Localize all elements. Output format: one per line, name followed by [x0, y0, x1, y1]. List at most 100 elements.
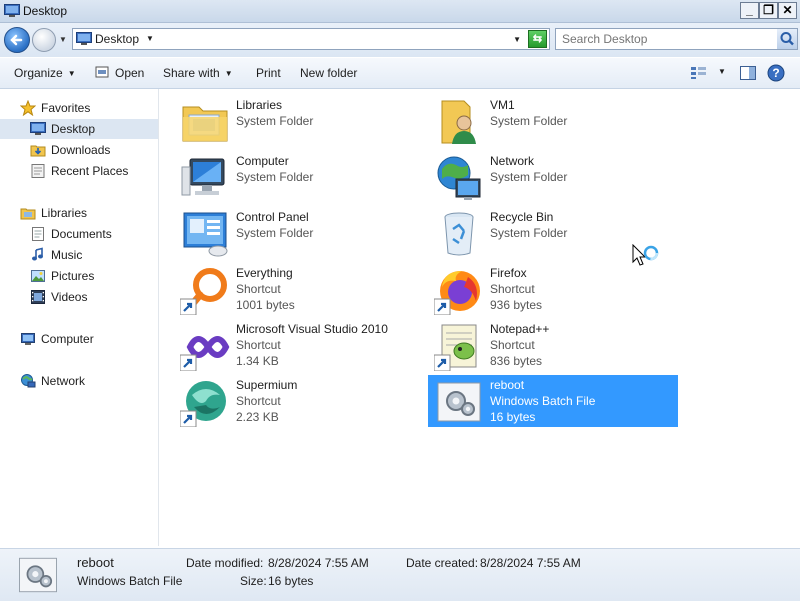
- item-network[interactable]: Network System Folder: [428, 151, 678, 203]
- back-button[interactable]: [4, 27, 30, 53]
- nav-item-documents[interactable]: Documents: [30, 224, 150, 244]
- videos-icon: [30, 289, 46, 305]
- file-list: Libraries System Folder VM1 System Folde…: [160, 89, 800, 546]
- nav-network[interactable]: Network: [20, 371, 150, 391]
- item-everything[interactable]: Everything Shortcut 1001 bytes: [174, 263, 424, 316]
- nav-item-pictures[interactable]: Pictures: [30, 266, 150, 286]
- address-bar[interactable]: Desktop ▼ ▼ ⇆: [72, 28, 550, 50]
- item-size: 1001 bytes: [236, 298, 295, 312]
- nav-item-desktop[interactable]: Desktop: [0, 119, 158, 139]
- item-computer[interactable]: Computer System Folder: [174, 151, 424, 203]
- help-icon[interactable]: ?: [767, 64, 785, 85]
- details-size: 16 bytes: [268, 574, 314, 588]
- svg-text:?: ?: [772, 66, 779, 80]
- item-vm1[interactable]: VM1 System Folder: [428, 95, 678, 147]
- nav-item-label: Music: [51, 248, 83, 262]
- nav-item-music[interactable]: Music: [30, 245, 150, 265]
- details-pane: reboot Windows Batch File Date modified:…: [0, 548, 800, 601]
- item-name: Supermium: [236, 378, 298, 392]
- print-button[interactable]: Print: [256, 66, 281, 80]
- open-button[interactable]: Open: [115, 66, 144, 80]
- notepad-plus-plus-icon: [433, 321, 484, 372]
- recent-places-icon: [30, 163, 46, 179]
- details-date-modified: 8/28/2024 7:55 AM: [268, 556, 369, 570]
- downloads-folder-icon: [30, 142, 46, 158]
- item-name: Everything: [236, 266, 293, 280]
- share-with-menu[interactable]: Share with ▼: [163, 66, 233, 80]
- forward-button[interactable]: [32, 28, 56, 52]
- recent-pages-dropdown-icon[interactable]: ▼: [59, 35, 67, 44]
- desktop-icon: [4, 4, 20, 21]
- computer-icon: [180, 153, 230, 203]
- view-dropdown-icon[interactable]: ▼: [718, 67, 726, 76]
- nav-libraries[interactable]: Libraries: [20, 203, 150, 223]
- nav-favorites[interactable]: Favorites: [19, 98, 150, 118]
- item-libraries[interactable]: Libraries System Folder: [174, 95, 424, 147]
- item-name: Computer: [236, 154, 289, 168]
- firefox-icon: [433, 265, 484, 316]
- nav-item-label: Desktop: [51, 122, 96, 136]
- maximize-button[interactable]: ❐: [759, 2, 778, 19]
- desktop-icon: [30, 121, 46, 137]
- item-type: System Folder: [490, 114, 568, 128]
- pictures-icon: [30, 268, 46, 284]
- nav-item-downloads[interactable]: Downloads: [30, 140, 150, 160]
- item-size: 2.23 KB: [236, 410, 279, 424]
- nav-computer[interactable]: Computer: [20, 329, 150, 349]
- nav-item-label: Documents: [51, 227, 112, 241]
- details-date-created-label: Date created:: [406, 556, 479, 570]
- network-globe-icon: [434, 153, 484, 203]
- item-name: Libraries: [236, 98, 283, 112]
- details-file-name: reboot: [77, 555, 114, 570]
- nav-item-label: Recent Places: [51, 164, 129, 178]
- item-visual-studio-2010[interactable]: Microsoft Visual Studio 2010 Shortcut 1.…: [174, 319, 424, 372]
- breadcrumb-desktop[interactable]: Desktop: [95, 32, 139, 46]
- search-icon: [780, 32, 794, 46]
- nav-libraries-label: Libraries: [41, 206, 88, 220]
- nav-item-videos[interactable]: Videos: [30, 287, 150, 307]
- title-bar: Desktop _ ❐ ✕: [0, 0, 800, 23]
- item-type: System Folder: [490, 226, 568, 240]
- item-type: Shortcut: [236, 282, 281, 296]
- busy-cursor-icon: [632, 243, 662, 277]
- refresh-button[interactable]: ⇆: [528, 30, 547, 48]
- details-size-label: Size:: [240, 574, 267, 588]
- music-note-icon: [30, 247, 46, 263]
- search-box[interactable]: [555, 28, 798, 50]
- item-name: VM1: [490, 98, 515, 112]
- item-type: Shortcut: [236, 394, 281, 408]
- item-size: 836 bytes: [490, 354, 543, 368]
- computer-icon: [20, 331, 36, 347]
- close-button[interactable]: ✕: [778, 2, 797, 19]
- nav-item-recent-places[interactable]: Recent Places: [30, 161, 150, 181]
- nav-item-label: Videos: [51, 290, 88, 304]
- nav-network-label: Network: [41, 374, 86, 388]
- item-type: System Folder: [236, 226, 314, 240]
- item-name: reboot: [490, 378, 525, 392]
- preview-pane-icon[interactable]: [740, 65, 756, 84]
- item-name: Network: [490, 154, 535, 168]
- item-type: Shortcut: [490, 282, 535, 296]
- item-notepad-plus-plus[interactable]: Notepad++ Shortcut 836 bytes: [428, 319, 678, 372]
- chevron-down-icon: ▼: [67, 69, 76, 78]
- nav-computer-label: Computer: [41, 332, 94, 346]
- organize-menu[interactable]: Organize ▼: [14, 66, 76, 80]
- item-type: Shortcut: [490, 338, 535, 352]
- item-supermium[interactable]: Supermium Shortcut 2.23 KB: [174, 375, 424, 428]
- breadcrumb-chevron-icon[interactable]: ▼: [146, 34, 154, 43]
- item-control-panel[interactable]: Control Panel System Folder: [174, 207, 424, 259]
- view-options-icon[interactable]: [690, 66, 708, 83]
- item-type: System Folder: [490, 170, 568, 184]
- item-size: 16 bytes: [490, 410, 536, 424]
- item-name: Microsoft Visual Studio 2010: [236, 322, 388, 336]
- minimize-button[interactable]: _: [740, 2, 759, 19]
- address-history-dropdown-icon[interactable]: ▼: [513, 35, 521, 44]
- libraries-folder-icon: [180, 97, 230, 147]
- network-icon: [20, 373, 36, 389]
- batch-file-icon: [434, 377, 484, 427]
- new-folder-button[interactable]: New folder: [300, 66, 357, 80]
- search-input[interactable]: [556, 29, 780, 49]
- item-reboot[interactable]: reboot Windows Batch File 16 bytes: [428, 375, 678, 427]
- search-button[interactable]: [777, 29, 797, 49]
- desktop-icon: [76, 32, 92, 49]
